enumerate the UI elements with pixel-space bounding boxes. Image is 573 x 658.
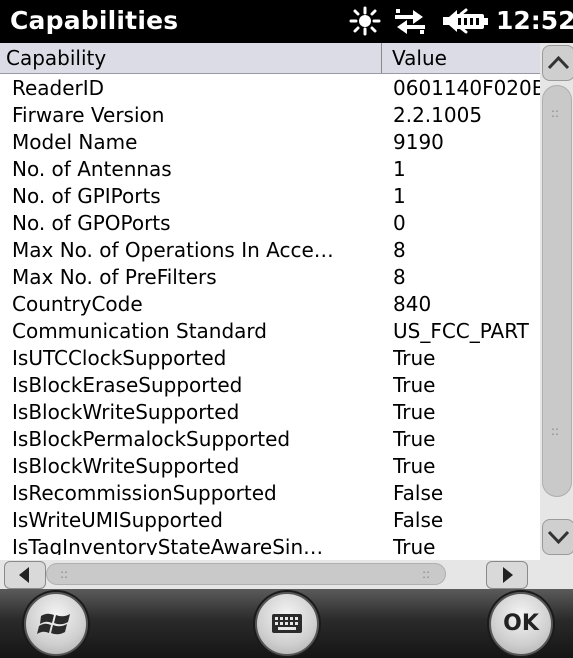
value-cell: 0601140F020B	[393, 76, 540, 100]
value-cell: True	[393, 373, 436, 397]
capability-cell: IsBlockWriteSupported	[12, 400, 240, 424]
table-row[interactable]: IsUTCClockSupported True	[0, 345, 540, 372]
capability-cell: IsTagInventoryStateAwareSin…	[12, 535, 324, 555]
value-cell: 1	[393, 157, 406, 181]
table-row[interactable]: Communication Standard US_FCC_PART	[0, 318, 540, 345]
table-row[interactable]: IsRecommissionSupported False	[0, 480, 540, 507]
clock: 12:52	[496, 6, 573, 35]
capability-cell: No. of Antennas	[12, 157, 172, 181]
capability-cell: CountryCode	[12, 292, 143, 316]
table-row[interactable]: Max No. of Operations In Acce… 8	[0, 237, 540, 264]
chevron-down-icon	[547, 530, 570, 545]
value-cell: True	[393, 400, 436, 424]
column-header-capability[interactable]: Capability	[6, 43, 106, 73]
grip-icon: ::	[551, 424, 560, 438]
column-header-value[interactable]: Value	[392, 43, 447, 73]
capabilities-list[interactable]: Capability Value ReaderID 0601140F020B Fi…	[0, 43, 573, 589]
capability-cell: No. of GPIPorts	[12, 184, 161, 208]
value-cell: 8	[393, 265, 406, 289]
table-row[interactable]: IsBlockEraseSupported True	[0, 372, 540, 399]
chevron-right-icon	[503, 567, 513, 583]
capability-cell: IsBlockWriteSupported	[12, 454, 240, 478]
value-cell: True	[393, 454, 436, 478]
column-header-row: Capability Value	[0, 43, 540, 74]
capability-cell: Max No. of PreFilters	[12, 265, 217, 289]
title-bar: Capabilities 12:52	[0, 0, 573, 43]
table-row[interactable]: Model Name 9190	[0, 129, 540, 156]
chevron-left-icon	[19, 567, 29, 583]
value-cell: 8	[393, 238, 406, 262]
window-title: Capabilities	[10, 6, 179, 35]
keyboard-icon	[272, 614, 302, 633]
capability-cell: Max No. of Operations In Acce…	[12, 238, 334, 262]
value-cell: 9190	[393, 130, 444, 154]
table-row[interactable]: No. of GPOPorts 0	[0, 210, 540, 237]
ok-label: OK	[503, 611, 539, 636]
table-row[interactable]: Firware Version 2.2.1005	[0, 102, 540, 129]
value-cell: False	[393, 508, 444, 532]
sync-icon[interactable]	[393, 6, 427, 36]
capability-cell: IsBlockEraseSupported	[12, 373, 243, 397]
horizontal-scrollbar[interactable]: :: ::	[0, 560, 573, 589]
keyboard-button[interactable]	[255, 592, 319, 656]
grip-icon: ::	[422, 567, 431, 581]
capability-cell: Communication Standard	[12, 319, 267, 343]
battery-icon[interactable]	[452, 6, 490, 36]
value-cell: 1	[393, 184, 406, 208]
start-button[interactable]	[24, 592, 88, 656]
horizontal-scroll-thumb[interactable]: :: ::	[46, 563, 446, 585]
scroll-up-button[interactable]	[542, 45, 573, 81]
windows-logo-icon	[37, 613, 70, 635]
table-row[interactable]: CountryCode 840	[0, 291, 540, 318]
table-row[interactable]: IsBlockWriteSupported True	[0, 453, 540, 480]
sun-icon[interactable]	[348, 6, 382, 36]
capability-cell: IsBlockPermalockSupported	[12, 427, 291, 451]
value-cell: True	[393, 346, 436, 370]
scroll-left-button[interactable]	[4, 561, 46, 589]
value-cell: US_FCC_PART	[393, 319, 529, 343]
capability-cell: Firware Version	[12, 103, 165, 127]
capability-cell: IsRecommissionSupported	[12, 481, 277, 505]
scroll-down-button[interactable]	[542, 519, 573, 555]
vertical-scroll-thumb[interactable]: :: ::	[542, 85, 572, 497]
grip-icon: ::	[551, 106, 560, 120]
value-cell: 2.2.1005	[393, 103, 483, 127]
table-row[interactable]: IsWriteUMISupported False	[0, 507, 540, 534]
scroll-right-button[interactable]	[486, 561, 528, 589]
table-row[interactable]: IsBlockPermalockSupported True	[0, 426, 540, 453]
capability-cell: ReaderID	[12, 76, 105, 100]
value-cell: 840	[393, 292, 432, 316]
table-row[interactable]: No. of GPIPorts 1	[0, 183, 540, 210]
capability-cell: IsWriteUMISupported	[12, 508, 223, 532]
table-body: ReaderID 0601140F020B Firware Version 2.2.…	[0, 75, 540, 555]
value-cell: True	[393, 427, 436, 451]
value-cell: False	[393, 481, 444, 505]
table-row[interactable]: IsBlockWriteSupported True	[0, 399, 540, 426]
capability-cell: IsUTCClockSupported	[12, 346, 227, 370]
chevron-up-icon	[547, 55, 570, 70]
capability-cell: Model Name	[12, 130, 138, 154]
table-row[interactable]: No. of Antennas 1	[0, 156, 540, 183]
vertical-scrollbar[interactable]: :: ::	[540, 43, 573, 560]
ok-button[interactable]: OK	[489, 592, 553, 656]
table-row[interactable]: IsTagInventoryStateAwareSin… True	[0, 534, 540, 555]
value-cell: 0	[393, 211, 406, 235]
column-divider[interactable]	[381, 43, 382, 73]
grip-icon: ::	[60, 567, 69, 581]
table-row[interactable]: ReaderID 0601140F020B	[0, 75, 540, 102]
capability-cell: No. of GPOPorts	[12, 211, 171, 235]
value-cell: True	[393, 535, 436, 555]
table-row[interactable]: Max No. of PreFilters 8	[0, 264, 540, 291]
